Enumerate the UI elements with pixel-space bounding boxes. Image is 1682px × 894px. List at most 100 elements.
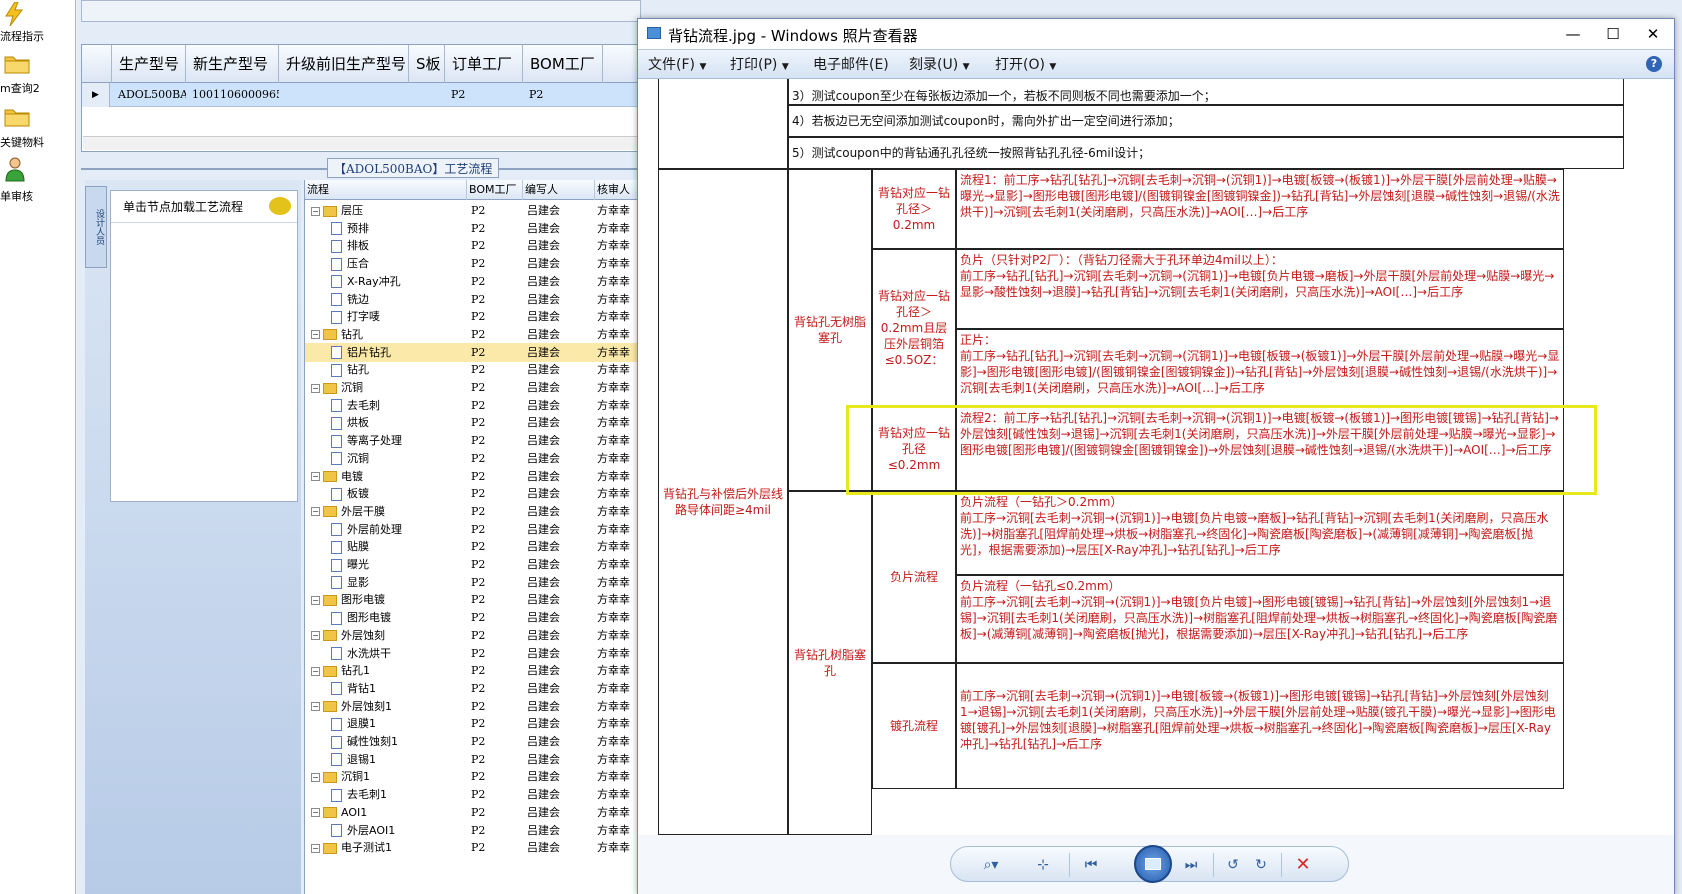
tree-node[interactable]: 预排 — [331, 219, 465, 238]
tree-node[interactable]: − AOI1 — [311, 803, 465, 822]
tree-node[interactable]: − 电子测试1 — [311, 838, 465, 857]
tree-node[interactable]: − 层压 — [311, 201, 465, 220]
chat-bubble-icon[interactable] — [269, 197, 291, 215]
menu-open[interactable]: 打开(O) ▼ — [995, 50, 1056, 80]
tree-row[interactable]: − 层压 P2 吕建会 方幸幸 — [305, 201, 642, 220]
tree-row[interactable]: − 电子测试1 P2 吕建会 方幸幸 — [305, 838, 642, 857]
shortcut-order-review[interactable]: 单审核 — [0, 188, 76, 204]
tree-node[interactable]: − 钻孔 — [311, 325, 465, 344]
tree-row[interactable]: 打字唛 P2 吕建会 方幸幸 — [305, 307, 642, 326]
tree-node[interactable]: 板镀 — [331, 484, 465, 503]
menu-burn[interactable]: 刻录(U) ▼ — [909, 50, 970, 80]
folder-icon[interactable] — [4, 105, 30, 129]
folder-icon[interactable] — [4, 52, 30, 76]
collapse-icon[interactable]: − — [311, 702, 320, 712]
tree-node[interactable]: 背钻1 — [331, 679, 465, 698]
col-checker[interactable]: 核审人 — [595, 180, 642, 200]
tree-row[interactable]: 钻孔 P2 吕建会 方幸幸 — [305, 360, 642, 379]
maximize-icon[interactable]: ☐ — [1598, 23, 1628, 45]
tree-row[interactable]: − 图形电镀 P2 吕建会 方幸幸 — [305, 590, 642, 609]
col-order-factory[interactable]: 订单工厂 — [445, 45, 523, 83]
slideshow-button[interactable] — [1134, 845, 1172, 883]
next-icon[interactable]: ⏭ — [1179, 853, 1203, 877]
user-icon[interactable] — [4, 156, 30, 182]
zoom-icon[interactable]: ⌕▾ — [979, 853, 1003, 877]
tree-node[interactable]: 打字唛 — [331, 307, 465, 326]
rotate-right-icon[interactable]: ↻ — [1249, 853, 1273, 877]
col-bom-factory[interactable]: BOM工厂 — [523, 45, 603, 83]
tree-row[interactable]: − 外层干膜 P2 吕建会 方幸幸 — [305, 502, 642, 521]
tree-node[interactable]: X-Ray冲孔 — [331, 272, 465, 291]
collapse-icon[interactable]: − — [311, 206, 320, 216]
tree-node[interactable]: 等离子处理 — [331, 431, 465, 450]
col-writer[interactable]: 编写人 — [523, 180, 595, 200]
tree-row[interactable]: 铝片钻孔 P2 吕建会 方幸幸 — [305, 342, 642, 362]
tree-row[interactable]: − 沉铜 P2 吕建会 方幸幸 — [305, 378, 642, 397]
tree-row[interactable]: 显影 P2 吕建会 方幸幸 — [305, 573, 642, 592]
lightning-icon[interactable] — [4, 1, 30, 27]
tree-node[interactable]: 沉铜 — [331, 449, 465, 468]
shortcut-key-materials[interactable]: 关键物料 — [0, 134, 76, 150]
tree-row[interactable]: 外层AOI1 P2 吕建会 方幸幸 — [305, 821, 642, 840]
tree-node[interactable]: − 沉铜1 — [311, 767, 465, 786]
tree-row[interactable]: 图形电镀 P2 吕建会 方幸幸 — [305, 608, 642, 627]
actual-size-icon[interactable]: ⊹ — [1031, 853, 1055, 877]
col-new-model[interactable]: 新生产型号 — [186, 45, 279, 83]
tree-node[interactable]: 曝光 — [331, 555, 465, 574]
tree-node[interactable]: 去毛刺1 — [331, 785, 465, 804]
tree-row[interactable]: 铣边 P2 吕建会 方幸幸 — [305, 290, 642, 309]
col-process[interactable]: 流程 — [305, 180, 467, 200]
help-icon[interactable]: ? — [1646, 56, 1662, 72]
collapse-icon[interactable]: − — [311, 330, 320, 340]
tree-row[interactable]: − 外层蚀刻1 P2 吕建会 方幸幸 — [305, 697, 642, 716]
tree-node[interactable]: − 外层蚀刻 — [311, 626, 465, 645]
tree-row[interactable]: 去毛刺 P2 吕建会 方幸幸 — [305, 396, 642, 415]
tree-row[interactable]: 板镀 P2 吕建会 方幸幸 — [305, 484, 642, 503]
tree-row[interactable]: 压合 P2 吕建会 方幸幸 — [305, 254, 642, 273]
tree-node[interactable]: 碱性蚀刻1 — [331, 732, 465, 751]
tree-node[interactable]: − 钻孔1 — [311, 661, 465, 680]
collapse-icon[interactable]: − — [311, 507, 320, 517]
delete-icon[interactable]: ✕ — [1291, 853, 1315, 877]
tree-node[interactable]: 去毛刺 — [331, 396, 465, 415]
tree-row[interactable]: 背钻1 P2 吕建会 方幸幸 — [305, 679, 642, 698]
tree-node[interactable]: 铣边 — [331, 290, 465, 309]
tree-row[interactable]: 贴膜 P2 吕建会 方幸幸 — [305, 537, 642, 556]
table-row[interactable]: ▶ ADOL500BAO 10011060009652 P2 P2 — [82, 83, 640, 107]
shortcut-bom-query[interactable]: m查询2 — [0, 80, 76, 96]
shortcut-process-guide[interactable]: 流程指示 — [0, 28, 76, 44]
tree-row[interactable]: − 电镀 P2 吕建会 方幸幸 — [305, 467, 642, 486]
tree-node[interactable]: − 沉铜 — [311, 378, 465, 397]
col-old-model[interactable]: 升级前旧生产型号 — [279, 45, 409, 83]
tree-node[interactable]: − 外层干膜 — [311, 502, 465, 521]
tree-row[interactable]: − AOI1 P2 吕建会 方幸幸 — [305, 803, 642, 822]
close-icon[interactable]: ✕ — [1638, 23, 1668, 45]
tree-node[interactable]: 贴膜 — [331, 537, 465, 556]
tree-node[interactable]: 外层AOI1 — [331, 821, 465, 840]
tree-node[interactable]: − 外层蚀刻1 — [311, 697, 465, 716]
col-s-board[interactable]: S板 — [409, 45, 445, 83]
viewer-image-area[interactable]: 3）测试coupon至少在每张板边添加一个，若板不同则板不同也需要添加一个； 4… — [638, 79, 1674, 835]
minimize-icon[interactable]: — — [1558, 23, 1588, 45]
tree-row[interactable]: 曝光 P2 吕建会 方幸幸 — [305, 555, 642, 574]
menu-file[interactable]: 文件(F) ▼ — [648, 50, 706, 80]
tree-row[interactable]: − 沉铜1 P2 吕建会 方幸幸 — [305, 767, 642, 786]
tree-node[interactable]: 退锡1 — [331, 750, 465, 769]
tree-row[interactable]: 沉铜 P2 吕建会 方幸幸 — [305, 449, 642, 468]
previous-icon[interactable]: ⏮ — [1079, 853, 1103, 877]
tree-node[interactable]: 压合 — [331, 254, 465, 273]
tree-row[interactable]: 等离子处理 P2 吕建会 方幸幸 — [305, 431, 642, 450]
viewer-titlebar[interactable]: 背钻流程.jpg - Windows 照片查看器 — ☐ ✕ — [638, 19, 1674, 49]
tree-row[interactable]: 预排 P2 吕建会 方幸幸 — [305, 219, 642, 238]
tree-row[interactable]: − 钻孔1 P2 吕建会 方幸幸 — [305, 661, 642, 680]
tree-node[interactable]: 外层前处理 — [331, 520, 465, 539]
tree-node[interactable]: 排板 — [331, 236, 465, 255]
menu-print[interactable]: 打印(P) ▼ — [730, 50, 789, 80]
tree-row[interactable]: − 外层蚀刻 P2 吕建会 方幸幸 — [305, 626, 642, 645]
collapse-icon[interactable]: − — [311, 631, 320, 641]
tree-node[interactable]: 图形电镀 — [331, 608, 465, 627]
tree-node[interactable]: 水洗烘干 — [331, 644, 465, 663]
collapse-icon[interactable]: − — [311, 595, 320, 605]
tree-node[interactable]: − 图形电镀 — [311, 590, 465, 609]
collapse-icon[interactable]: − — [311, 666, 320, 676]
